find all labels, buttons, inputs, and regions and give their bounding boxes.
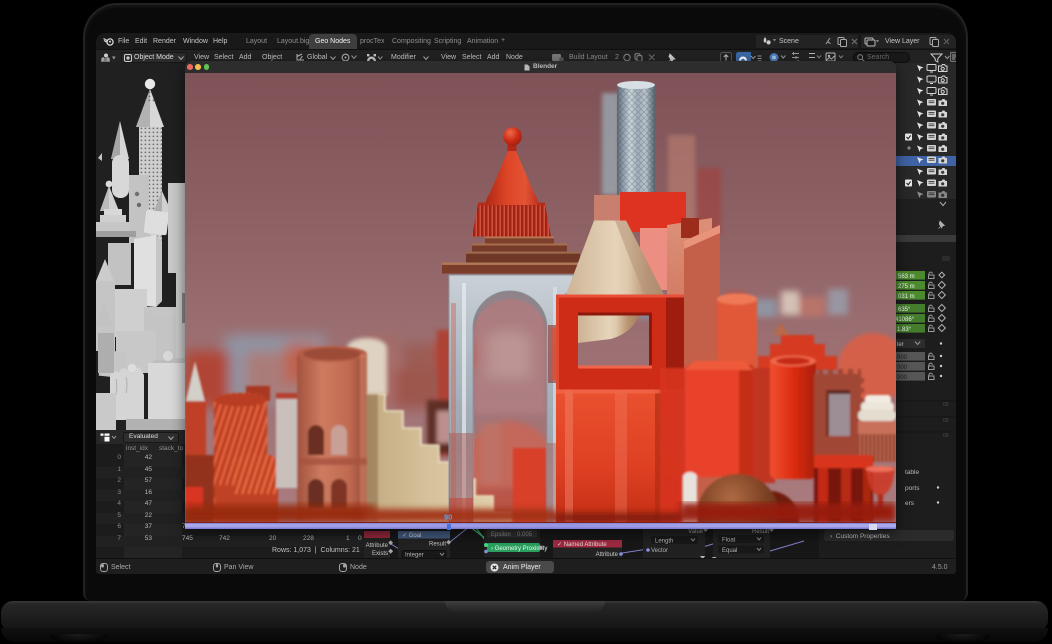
svg-text:635°: 635° bbox=[898, 307, 911, 313]
svg-text:Epsilon: Epsilon bbox=[491, 532, 511, 538]
svg-text:563 m: 563 m bbox=[898, 274, 915, 280]
svg-text:Result: Result bbox=[752, 529, 769, 535]
svg-text:275 m: 275 m bbox=[898, 284, 915, 290]
svg-text:90: 90 bbox=[444, 512, 452, 521]
svg-text:41086°: 41086° bbox=[895, 317, 915, 323]
svg-text:ports: ports bbox=[905, 485, 920, 492]
svg-text:000: 000 bbox=[897, 375, 908, 381]
svg-text:› Geometry Proximity: › Geometry Proximity bbox=[491, 546, 547, 552]
svg-text:Result: Result bbox=[429, 542, 446, 548]
svg-text:Exists: Exists bbox=[372, 551, 388, 557]
svg-text:✓ Named Attribute: ✓ Named Attribute bbox=[557, 542, 607, 548]
svg-text:00: 00 bbox=[943, 418, 949, 424]
svg-text:Vector: Vector bbox=[651, 548, 668, 554]
svg-text:ers: ers bbox=[905, 500, 915, 507]
svg-text:031 m: 031 m bbox=[898, 294, 915, 300]
svg-text:00: 00 bbox=[943, 433, 949, 439]
svg-text:Equal: Equal bbox=[722, 548, 737, 554]
svg-text:✓ Goal: ✓ Goal bbox=[402, 533, 421, 539]
svg-text:Value: Value bbox=[688, 529, 704, 535]
svg-text:0.005: 0.005 bbox=[517, 532, 533, 538]
svg-text:1.83°: 1.83° bbox=[897, 327, 912, 333]
svg-text:› Custom Properties: › Custom Properties bbox=[830, 533, 890, 540]
svg-text:table: table bbox=[905, 469, 919, 476]
svg-text:Float: Float bbox=[722, 538, 736, 544]
svg-text:ler: ler bbox=[897, 342, 904, 348]
svg-text:000: 000 bbox=[897, 365, 908, 371]
svg-text:Length: Length bbox=[655, 539, 673, 545]
svg-text:000: 000 bbox=[897, 355, 908, 361]
svg-text:00: 00 bbox=[943, 402, 949, 408]
svg-text:Attribute: Attribute bbox=[366, 543, 389, 549]
